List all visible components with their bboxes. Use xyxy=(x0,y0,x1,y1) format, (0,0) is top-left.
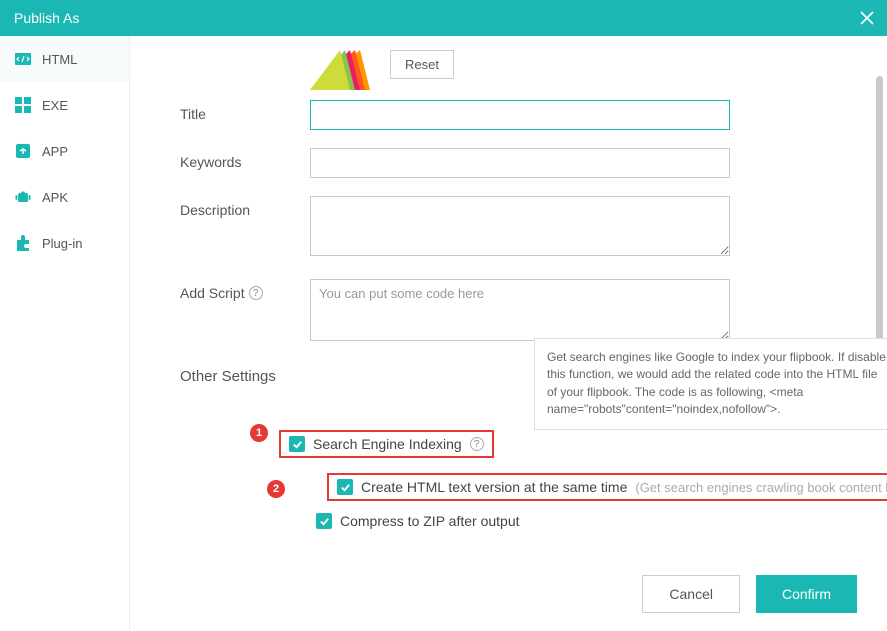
sidebar-item-html[interactable]: HTML xyxy=(0,36,129,82)
description-label: Description xyxy=(180,196,310,218)
sidebar-item-label: Plug-in xyxy=(42,236,82,251)
app-icon xyxy=(14,142,32,160)
keywords-label: Keywords xyxy=(180,148,310,170)
checkbox-htmltext-label: Create HTML text version at the same tim… xyxy=(361,479,627,495)
title-label: Title xyxy=(180,100,310,122)
checkbox-zip[interactable] xyxy=(316,513,332,529)
help-icon[interactable]: ? xyxy=(470,437,484,451)
sidebar-item-exe[interactable]: EXE xyxy=(0,82,129,128)
sidebar-item-label: EXE xyxy=(42,98,68,113)
addscript-input[interactable] xyxy=(310,279,730,341)
description-input[interactable] xyxy=(310,196,730,256)
sidebar-item-app[interactable]: APP xyxy=(0,128,129,174)
checkbox-sei-label: Search Engine Indexing xyxy=(313,436,462,452)
window-title: Publish As xyxy=(14,10,79,26)
checkbox-zip-label: Compress to ZIP after output xyxy=(340,513,520,529)
annotation-badge-2: 2 xyxy=(267,480,285,498)
titlebar: Publish As xyxy=(0,0,887,36)
html-icon xyxy=(14,50,32,68)
android-icon xyxy=(14,188,32,206)
sidebar-item-apk[interactable]: APK xyxy=(0,174,129,220)
reset-button[interactable]: Reset xyxy=(390,50,454,79)
annotation-badge-1: 1 xyxy=(250,424,268,442)
addscript-label: Add Script xyxy=(180,285,245,301)
checkbox-htmltext[interactable] xyxy=(337,479,353,495)
exe-icon xyxy=(14,96,32,114)
cover-thumbnail[interactable] xyxy=(310,50,370,90)
sidebar-item-label: APK xyxy=(42,190,68,205)
tooltip: Get search engines like Google to index … xyxy=(534,338,887,430)
checkbox-sei[interactable] xyxy=(289,436,305,452)
content-area: Reset Title Keywords Description Add Scr… xyxy=(130,36,887,631)
confirm-button[interactable]: Confirm xyxy=(756,575,857,613)
checkbox-htmltext-hint: (Get search engines crawling book conten… xyxy=(635,480,887,495)
sidebar-item-plugin[interactable]: Plug-in xyxy=(0,220,129,266)
cancel-button[interactable]: Cancel xyxy=(642,575,740,613)
title-input[interactable] xyxy=(310,100,730,130)
help-icon[interactable]: ? xyxy=(249,286,263,300)
sidebar-item-label: HTML xyxy=(42,52,77,67)
highlight-box-1: Search Engine Indexing ? xyxy=(279,430,494,458)
close-icon[interactable] xyxy=(859,10,875,26)
keywords-input[interactable] xyxy=(310,148,730,178)
highlight-box-2: Create HTML text version at the same tim… xyxy=(327,473,887,501)
sidebar: HTML EXE APP APK Plug-in xyxy=(0,36,130,631)
plugin-icon xyxy=(14,234,32,252)
sidebar-item-label: APP xyxy=(42,144,68,159)
